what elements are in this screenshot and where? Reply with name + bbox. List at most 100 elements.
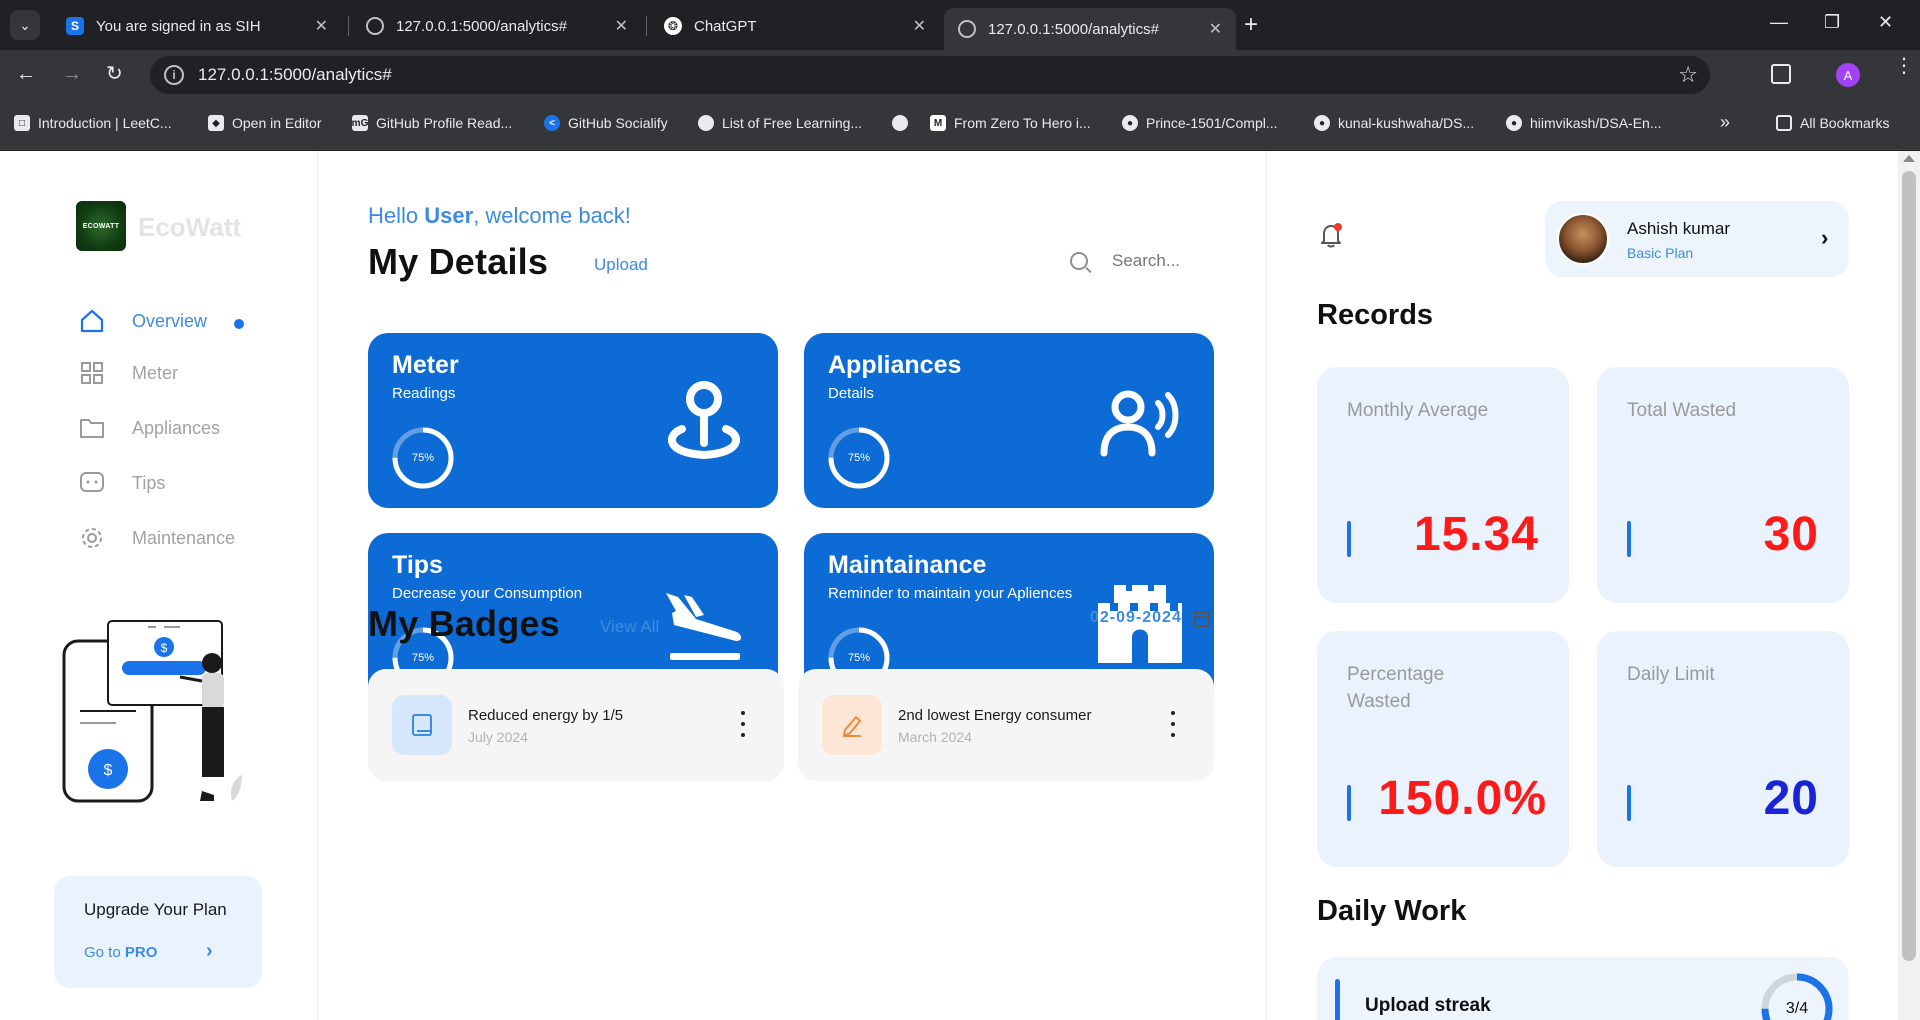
github-readme-icon: mG (352, 115, 368, 131)
badge-date: March 2024 (898, 729, 972, 745)
bookmark-globe[interactable] (892, 115, 916, 131)
close-icon[interactable]: ✕ (315, 16, 328, 36)
bookmark-hiimvikash[interactable]: ● hiimvikash/DSA-En... (1506, 115, 1661, 131)
book-icon (392, 695, 452, 755)
sidebar: ECOWATT EcoWatt Overview Meter Appliance… (0, 151, 318, 1020)
extensions-icon[interactable] (1771, 64, 1791, 84)
bookmark-label: Prince-1501/Compl... (1146, 115, 1278, 131)
bookmarks-bar: □ Introduction | LeetC... ◆ Open in Editor… (0, 100, 1920, 150)
address-bar[interactable]: i 127.0.0.1:5000/analytics# ☆ (150, 56, 1710, 94)
app-page: ECOWATT EcoWatt Overview Meter Appliance… (0, 151, 1920, 1020)
badge-card[interactable]: Reduced energy by 1/5 July 2024 (368, 669, 784, 781)
tab-analytics-active[interactable]: 127.0.0.1:5000/analytics# ✕ (944, 8, 1236, 50)
bookmark-free-learning[interactable]: List of Free Learning... (698, 115, 862, 131)
card-title: Tips (392, 551, 443, 579)
stat-value: 150.0% (1378, 772, 1547, 825)
badge-title: 2nd lowest Energy consumer (898, 707, 1092, 724)
globe-icon (366, 17, 384, 35)
tab-signed-in[interactable]: S You are signed in as SIH ✕ (52, 8, 342, 44)
close-icon[interactable]: ✕ (1209, 19, 1222, 39)
stat-accent-bar (1347, 521, 1351, 557)
scroll-thumb[interactable] (1902, 171, 1916, 961)
close-window-button[interactable]: ✕ (1878, 12, 1893, 33)
profile-avatar[interactable]: A (1836, 63, 1860, 87)
card-subtitle: Reminder to maintain your Apliences (828, 585, 1073, 602)
stat-daily-limit: Daily Limit 20 (1597, 631, 1849, 867)
chevron-right-icon[interactable]: › (1821, 225, 1828, 251)
payment-illustration: $ $ (62, 620, 242, 803)
sidebar-item-appliances[interactable]: Appliances (78, 414, 220, 442)
active-indicator-dot (234, 319, 244, 329)
more-options-icon[interactable] (740, 711, 746, 737)
bookmark-kunal[interactable]: ● kunal-kushwaha/DS... (1314, 115, 1474, 131)
view-all-link[interactable]: View All (600, 617, 659, 637)
bookmark-star-icon[interactable]: ☆ (1678, 62, 1698, 88)
bookmark-prince[interactable]: ● Prince-1501/Compl... (1122, 115, 1278, 131)
tab-analytics-1[interactable]: 127.0.0.1:5000/analytics# ✕ (352, 8, 642, 44)
stat-value: 15.34 (1413, 508, 1539, 561)
new-tab-button[interactable]: + (1244, 12, 1258, 38)
progress-percent: 75% (411, 452, 435, 464)
stat-label: Daily Limit (1627, 664, 1715, 685)
card-subtitle: Decrease your Consumption (392, 585, 583, 602)
card-title: Meter (392, 351, 459, 379)
leetcode-icon: □ (14, 115, 30, 131)
appliances-card[interactable]: Appliances Details 75% (804, 333, 1214, 508)
upgrade-plan-card[interactable]: Upgrade Your Plan Go to PRO › (54, 876, 262, 988)
sidebar-item-label: Maintenance (132, 527, 236, 548)
date-picker-value[interactable]: 02-09-2024 (1090, 609, 1182, 627)
minimize-button[interactable]: — (1770, 12, 1788, 33)
user-plan: Basic Plan (1627, 245, 1694, 261)
upgrade-title: Upgrade Your Plan (84, 900, 227, 919)
scroll-up-icon[interactable] (1903, 155, 1915, 162)
tab-title: 127.0.0.1:5000/analytics# (988, 20, 1159, 38)
badge-card[interactable]: 2nd lowest Energy consumer March 2024 (798, 669, 1214, 781)
restore-icon: ❐ (1824, 12, 1841, 32)
tab-separator (646, 16, 647, 36)
search-box[interactable] (1070, 251, 1212, 271)
bookmark-zero-to-hero[interactable]: M From Zero To Hero i... (930, 115, 1091, 131)
chevron-right-icon[interactable]: › (206, 940, 213, 963)
search-input[interactable] (1112, 251, 1212, 271)
upload-link[interactable]: Upload (594, 255, 648, 275)
my-details-title: My Details (368, 241, 549, 282)
restore-button[interactable]: ❐ (1824, 12, 1840, 33)
search-icon (1070, 252, 1088, 270)
site-info-icon[interactable]: i (164, 65, 184, 85)
notification-bell-icon[interactable] (1317, 221, 1345, 249)
arrow-left-icon: ← (16, 63, 36, 85)
user-profile-card[interactable]: Ashish kumar Basic Plan › (1545, 201, 1849, 277)
calendar-icon[interactable] (1194, 611, 1210, 627)
plane-landing-icon (666, 593, 742, 660)
bookmark-label: All Bookmarks (1800, 115, 1890, 131)
more-options-icon[interactable] (1170, 711, 1176, 737)
bookmark-label: Open in Editor (232, 115, 322, 131)
forward-button[interactable]: → (62, 64, 82, 84)
sidebar-item-meter[interactable]: Meter (78, 359, 178, 387)
bookmark-github-profile[interactable]: mG GitHub Profile Read... (352, 115, 512, 131)
close-icon[interactable]: ✕ (913, 16, 926, 36)
daily-work-title: Daily Work (1317, 895, 1467, 927)
tab-chatgpt[interactable]: ❂ ChatGPT ✕ (650, 8, 940, 44)
meter-card[interactable]: Meter Readings 75% (368, 333, 778, 508)
bookmark-socialify[interactable]: < GitHub Socialify (544, 115, 668, 131)
go-to-pro-link[interactable]: Go to PRO (84, 944, 157, 961)
sidebar-item-maintenance[interactable]: Maintenance (78, 524, 235, 552)
close-icon[interactable]: ✕ (615, 16, 628, 36)
bookmark-label: Introduction | LeetC... (38, 115, 172, 131)
stat-accent-bar (1347, 785, 1351, 821)
stat-monthly-average: Monthly Average 15.34 (1317, 367, 1569, 603)
more-menu-icon[interactable]: ⋮ (1894, 56, 1914, 76)
tab-search-button[interactable]: ⌄ (10, 10, 40, 40)
all-bookmarks-button[interactable]: All Bookmarks (1776, 115, 1889, 131)
page-scrollbar[interactable] (1898, 151, 1920, 1020)
logo-text: ECOWATT (82, 222, 120, 230)
bookmark-open-editor[interactable]: ◆ Open in Editor (208, 115, 322, 131)
sidebar-item-overview[interactable]: Overview (78, 307, 207, 335)
bookmark-leetcode[interactable]: □ Introduction | LeetC... (14, 115, 172, 131)
reload-button[interactable]: ↻ (106, 64, 123, 84)
back-button[interactable]: ← (16, 64, 36, 84)
more-bookmarks-button[interactable]: » (1720, 112, 1730, 133)
sidebar-item-tips[interactable]: Tips (78, 469, 165, 497)
chatgpt-icon: ❂ (664, 17, 682, 35)
